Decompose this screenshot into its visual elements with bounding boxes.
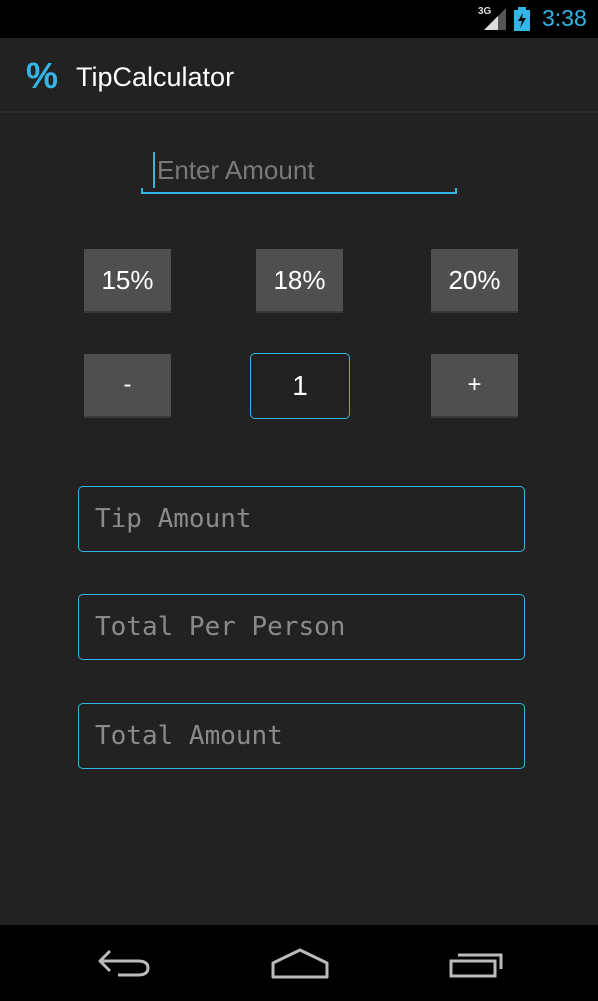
increment-people-button[interactable]: +	[431, 354, 518, 416]
tip-amount-field[interactable]: Tip Amount	[78, 486, 525, 552]
tip-amount-text: Tip Amount	[95, 504, 252, 534]
amount-input[interactable]	[153, 152, 449, 188]
navigation-bar	[0, 925, 598, 1001]
app-title: TipCalculator	[76, 62, 235, 92]
decrement-people-button[interactable]: -	[84, 354, 171, 416]
clock: 3:38	[542, 5, 587, 31]
people-count[interactable]: 1	[250, 353, 350, 419]
status-bar: 3G 3:38	[0, 0, 598, 38]
back-icon[interactable]	[96, 941, 152, 992]
tip-20-button[interactable]: 20%	[431, 249, 518, 311]
percent-icon: %	[26, 55, 59, 96]
battery-charging-icon	[514, 7, 530, 36]
total-amount-field[interactable]: Total Amount	[78, 703, 525, 769]
tip-18-button[interactable]: 18%	[256, 249, 343, 311]
recent-apps-icon[interactable]	[448, 941, 506, 992]
home-icon[interactable]	[270, 941, 330, 992]
amount-field[interactable]	[141, 148, 457, 194]
action-bar: % TipCalculator	[0, 38, 598, 113]
total-per-person-text: Total Per Person	[95, 612, 346, 642]
tip-15-button[interactable]: 15%	[84, 249, 171, 311]
signal-icon	[484, 8, 506, 35]
total-per-person-field[interactable]: Total Per Person	[78, 594, 525, 660]
total-amount-text: Total Amount	[95, 721, 283, 751]
